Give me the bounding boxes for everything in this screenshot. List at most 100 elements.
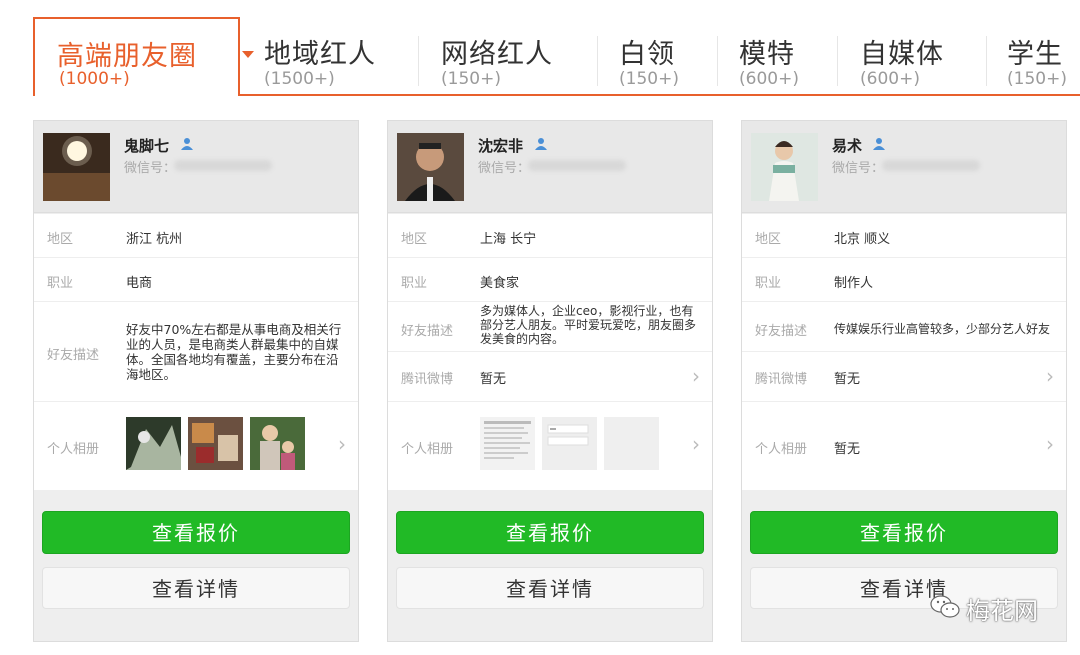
region-row: 地区 浙江 杭州 bbox=[34, 214, 358, 258]
tab-label: 网络红人 bbox=[441, 39, 553, 70]
region-value: 浙江 杭州 bbox=[126, 232, 183, 247]
caret-down-icon bbox=[242, 51, 254, 58]
wechat-id-label: 微信号： bbox=[124, 161, 177, 176]
verified-user-icon bbox=[181, 138, 193, 150]
avatar bbox=[751, 133, 818, 201]
tab-divider bbox=[597, 36, 598, 86]
job-label: 职业 bbox=[401, 276, 428, 291]
album-label: 个人相册 bbox=[401, 442, 454, 457]
tab-self-media[interactable]: 自媒体 (600+) bbox=[860, 30, 950, 96]
album-photo[interactable] bbox=[604, 417, 659, 470]
user-name: 沈宏非 bbox=[478, 137, 524, 155]
user-name: 鬼脚七 bbox=[124, 137, 170, 155]
chevron-right-icon: › bbox=[338, 432, 346, 456]
album-photo[interactable] bbox=[542, 417, 597, 470]
chevron-right-icon: › bbox=[1046, 432, 1054, 456]
tab-regional-influencers[interactable]: 地域红人 (1500+) bbox=[264, 30, 384, 96]
tab-label: 高端朋友圈 bbox=[57, 41, 197, 72]
description-value: 好友中70%左右都是从事电商及相关行业的人员，是电商类人群最集中的自媒体。全国各… bbox=[126, 322, 342, 382]
region-label: 地区 bbox=[755, 232, 782, 247]
card-info: 地区 浙江 杭州 职业 电商 好友描述 好友中70%左右都是从事电商及相关行业的… bbox=[34, 214, 358, 490]
tab-count: (150+) bbox=[441, 69, 501, 89]
description-label: 好友描述 bbox=[47, 348, 100, 363]
tab-label: 白领 bbox=[619, 39, 675, 70]
weibo-label: 腾讯微博 bbox=[401, 372, 454, 387]
tab-count: (600+) bbox=[860, 69, 920, 89]
card-header: 鬼脚七 微信号： bbox=[34, 121, 358, 213]
tab-internet-celebrities[interactable]: 网络红人 (150+) bbox=[441, 30, 561, 96]
tab-divider bbox=[986, 36, 987, 86]
album-photo[interactable] bbox=[480, 417, 535, 470]
job-row: 职业 美食家 bbox=[388, 258, 712, 302]
tab-count: (150+) bbox=[1007, 69, 1067, 89]
influencer-card: 鬼脚七 微信号： 地区 浙江 杭州 职业 电商 好友描述 好友中70%左右都是从… bbox=[33, 120, 359, 642]
user-name: 易术 bbox=[832, 137, 863, 155]
card-header: 易术 微信号： bbox=[742, 121, 1066, 213]
album-value: 暂无 bbox=[834, 442, 861, 457]
verified-user-icon bbox=[873, 138, 885, 150]
weibo-row[interactable]: 腾讯微博 暂无 › bbox=[742, 352, 1066, 402]
view-details-button[interactable]: 查看详情 bbox=[42, 567, 350, 609]
weibo-row[interactable]: 腾讯微博 暂无 › bbox=[388, 352, 712, 402]
tab-count: (150+) bbox=[619, 69, 679, 89]
tab-count: (1000+) bbox=[59, 69, 130, 89]
wechat-id-label: 微信号： bbox=[832, 161, 885, 176]
description-row: 好友描述 好友中70%左右都是从事电商及相关行业的人员，是电商类人群最集中的自媒… bbox=[34, 302, 358, 402]
description-row: 好友描述 多为媒体人，企业ceo，影视行业，也有部分艺人朋友。平时爱玩爱吃，朋友… bbox=[388, 302, 712, 352]
description-row: 好友描述 传媒娱乐行业高管较多，少部分艺人好友 bbox=[742, 302, 1066, 352]
description-value: 多为媒体人，企业ceo，影视行业，也有部分艺人朋友。平时爱玩爱吃，朋友圈多发美食… bbox=[480, 304, 697, 346]
chevron-right-icon: › bbox=[1046, 364, 1054, 388]
verified-user-icon bbox=[535, 138, 547, 150]
album-photo[interactable] bbox=[188, 417, 243, 470]
region-row: 地区 北京 顺义 bbox=[742, 214, 1066, 258]
region-value: 北京 顺义 bbox=[834, 232, 891, 247]
album-row[interactable]: 个人相册 › bbox=[388, 402, 712, 490]
tab-white-collar[interactable]: 白领 (150+) bbox=[619, 30, 689, 96]
album-label: 个人相册 bbox=[47, 442, 100, 457]
album-row[interactable]: 个人相册 › bbox=[34, 402, 358, 490]
card-info: 地区 上海 长宁 职业 美食家 好友描述 多为媒体人，企业ceo，影视行业，也有… bbox=[388, 214, 712, 490]
job-row: 职业 制作人 bbox=[742, 258, 1066, 302]
tab-divider bbox=[837, 36, 838, 86]
weibo-label: 腾讯微博 bbox=[755, 372, 808, 387]
region-label: 地区 bbox=[401, 232, 428, 247]
wechat-logo-icon bbox=[930, 595, 960, 618]
tab-high-end-moments[interactable]: 高端朋友圈 (1000+) bbox=[33, 17, 254, 96]
view-quote-button[interactable]: 查看报价 bbox=[750, 511, 1058, 554]
category-tabs: 高端朋友圈 (1000+) 地域红人 (1500+) 网络红人 (150+) 白… bbox=[0, 0, 1080, 96]
tab-label: 地域红人 bbox=[264, 39, 376, 70]
album-row[interactable]: 个人相册 暂无 › bbox=[742, 402, 1066, 490]
tab-divider bbox=[717, 36, 718, 86]
tab-models[interactable]: 模特 (600+) bbox=[739, 30, 809, 96]
tab-count: (600+) bbox=[739, 69, 799, 89]
description-label: 好友描述 bbox=[401, 324, 454, 339]
view-details-button[interactable]: 查看详情 bbox=[396, 567, 704, 609]
tab-label: 模特 bbox=[739, 39, 795, 70]
card-info: 地区 北京 顺义 职业 制作人 好友描述 传媒娱乐行业高管较多，少部分艺人好友 … bbox=[742, 214, 1066, 490]
view-quote-button[interactable]: 查看报价 bbox=[396, 511, 704, 554]
view-quote-button[interactable]: 查看报价 bbox=[42, 511, 350, 554]
job-label: 职业 bbox=[755, 276, 782, 291]
description-value: 传媒娱乐行业高管较多，少部分艺人好友 bbox=[834, 322, 1051, 336]
wechat-id-blurred bbox=[528, 160, 626, 171]
card-header: 沈宏非 微信号： bbox=[388, 121, 712, 213]
album-photo[interactable] bbox=[126, 417, 181, 470]
job-value: 电商 bbox=[126, 276, 153, 291]
region-label: 地区 bbox=[47, 232, 74, 247]
album-label: 个人相册 bbox=[755, 442, 808, 457]
job-row: 职业 电商 bbox=[34, 258, 358, 302]
job-label: 职业 bbox=[47, 276, 74, 291]
tab-label: 学生 bbox=[1007, 39, 1063, 70]
tab-count: (1500+) bbox=[264, 69, 335, 89]
chevron-right-icon: › bbox=[692, 364, 700, 388]
tab-students[interactable]: 学生 (150+) bbox=[1007, 30, 1077, 96]
album-photo[interactable] bbox=[250, 417, 305, 470]
job-value: 制作人 bbox=[834, 276, 874, 291]
influencer-card: 沈宏非 微信号： 地区 上海 长宁 职业 美食家 好友描述 多为媒体人，企业ce… bbox=[387, 120, 713, 642]
watermark: 梅花网 bbox=[930, 588, 1080, 628]
job-value: 美食家 bbox=[480, 276, 520, 291]
weibo-value: 暂无 bbox=[834, 372, 861, 387]
avatar bbox=[397, 133, 464, 201]
region-value: 上海 长宁 bbox=[480, 232, 537, 247]
avatar bbox=[43, 133, 110, 201]
